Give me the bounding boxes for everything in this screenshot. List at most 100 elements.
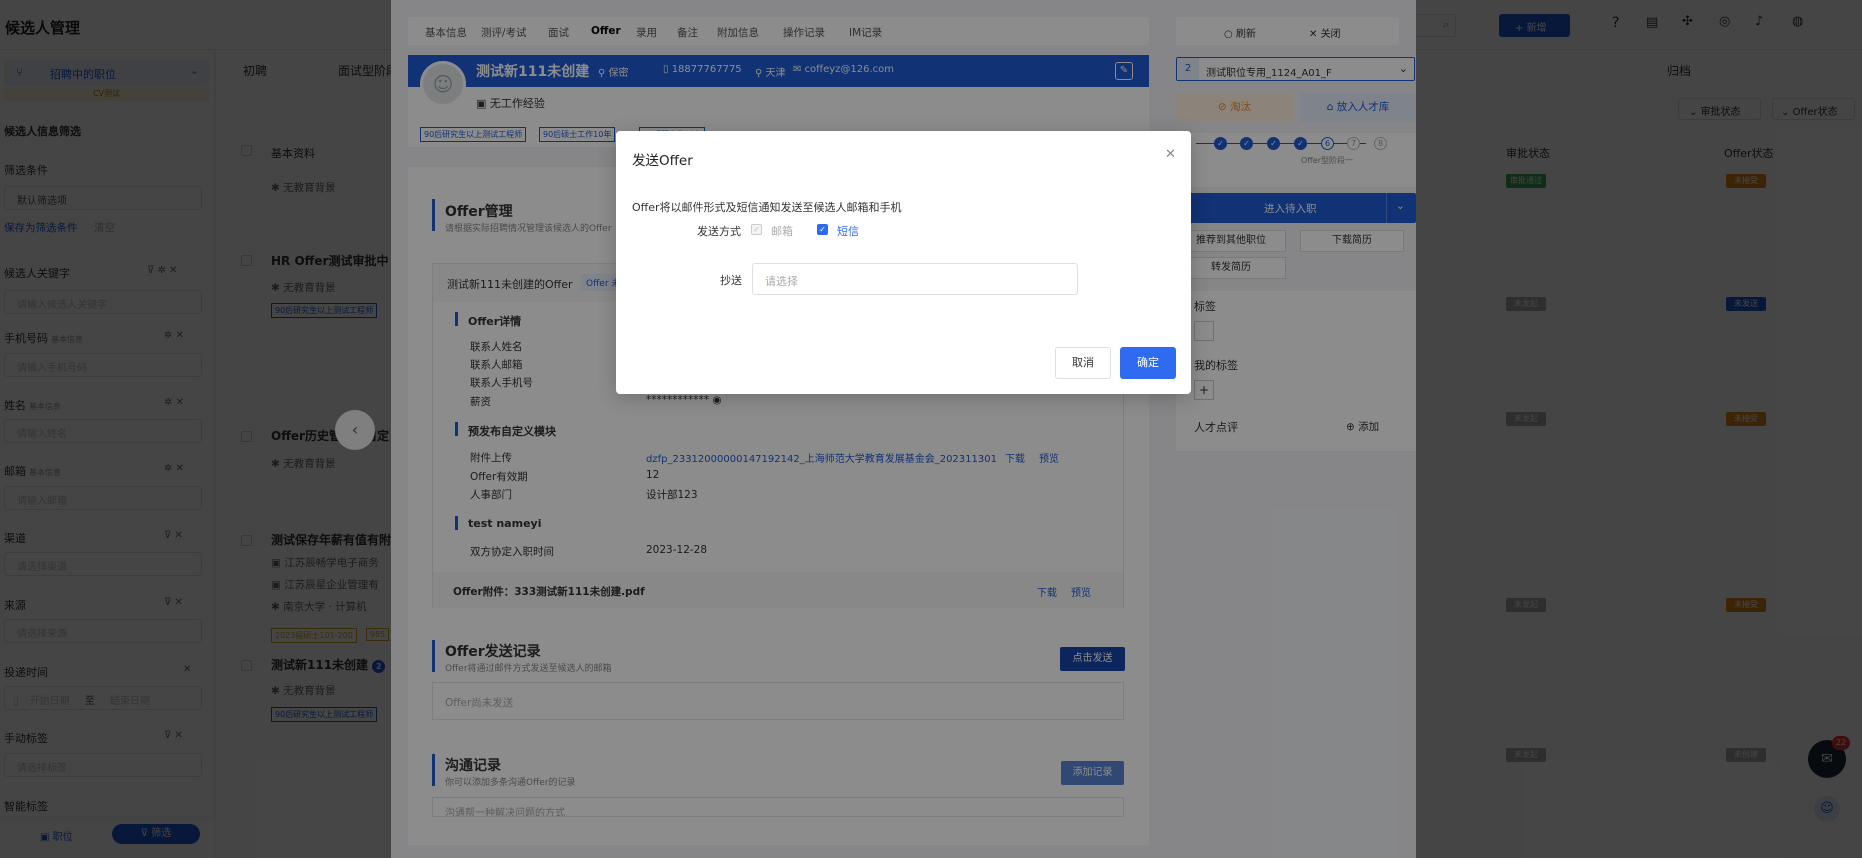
tab-assessment[interactable]: 测评/考试 xyxy=(481,25,527,40)
filter-tab[interactable]: ⊽ 筛选 xyxy=(112,824,200,844)
gear-icon[interactable]: ✲ ✕ xyxy=(164,463,184,474)
email-input[interactable]: 请输入邮箱 xyxy=(4,486,202,510)
comm-record-desc: 你可以添加多条沟通Offer的记录 xyxy=(445,778,576,788)
step-pending[interactable]: 8 xyxy=(1374,137,1387,150)
location-icon[interactable]: ◎ xyxy=(1719,14,1730,29)
phone-input[interactable]: 请输入手机号码 xyxy=(4,353,202,377)
add-tag-button[interactable] xyxy=(1194,321,1214,341)
validity-label: Offer有效期 xyxy=(470,471,528,483)
tab-notes[interactable]: 备注 xyxy=(677,25,698,40)
row-checkbox[interactable] xyxy=(241,535,252,546)
stage-tab-interview[interactable]: 面试型阶段 xyxy=(338,62,398,79)
document-icon[interactable]: ▤ xyxy=(1646,15,1658,30)
save-filter-link[interactable]: 保存为筛选条件 xyxy=(4,220,78,235)
row-checkbox[interactable] xyxy=(241,255,252,266)
job-filter-select[interactable]: ⑂ 招聘中的职位 ⌄ xyxy=(4,60,209,86)
offer-file-preview[interactable]: 预览 xyxy=(1071,584,1091,599)
clear-link[interactable]: 清空 xyxy=(94,220,115,235)
tab-hire[interactable]: 录用 xyxy=(636,25,657,40)
gear-icon[interactable]: ✲ ✕ xyxy=(164,330,184,341)
comm-record-input[interactable]: 沟通帮一种解决问题的方式 xyxy=(432,797,1124,817)
select-all-checkbox[interactable] xyxy=(241,145,252,156)
step-done: ✓ xyxy=(1267,137,1280,150)
tab-im-log[interactable]: IM记录 xyxy=(849,25,882,40)
row-checkbox[interactable] xyxy=(241,660,252,671)
row-checkbox[interactable] xyxy=(241,431,252,442)
sms-checkbox[interactable]: ✓ xyxy=(817,224,828,235)
enter-pool-button[interactable]: 进入待入职 ⌄ xyxy=(1176,193,1416,223)
tab-basic-info[interactable]: 基本信息 xyxy=(425,25,467,40)
plus-circle-icon: ⊕ xyxy=(1346,421,1359,433)
close-icon[interactable]: ✕ xyxy=(183,664,191,675)
job-select[interactable]: 2 测试职位专用_1124_A01_F ⌄ xyxy=(1176,57,1415,81)
new-button[interactable]: + 新增 xyxy=(1499,14,1570,37)
download-resume-button[interactable]: 下载简历 xyxy=(1300,230,1404,252)
chat-button[interactable]: ✉ 22 xyxy=(1808,736,1850,778)
forward-resume-button[interactable]: 转发简历 xyxy=(1176,257,1286,279)
talent-pool-button[interactable]: ⌂ 放入人才库 xyxy=(1300,93,1416,122)
plus-icon[interactable]: + xyxy=(1194,380,1214,400)
step-pending[interactable]: 7 xyxy=(1347,137,1360,150)
filter-icon[interactable]: ⊽ ✕ xyxy=(164,530,183,541)
name-input[interactable]: 请输入姓名 xyxy=(4,419,202,443)
candidate-name[interactable]: 测试新111未创建 2 xyxy=(271,656,386,673)
recommend-button[interactable]: 推荐到其他职位 xyxy=(1176,230,1286,252)
stage-tab-archive[interactable]: 归档 xyxy=(1667,62,1691,79)
approval-filter[interactable]: ⌄ 审批状态 xyxy=(1678,98,1761,120)
filter-icon[interactable]: ⊽ ✕ xyxy=(164,597,183,608)
filter-icon[interactable]: ⊽ ✕ xyxy=(164,730,183,741)
gear-icon[interactable]: ✲ ✕ xyxy=(164,397,184,408)
candidate-drawer: 基本信息 测评/考试 面试 Offer 录用 备注 附加信息 操作记录 IM记录… xyxy=(391,0,1416,858)
candidate-name[interactable]: 测试保存年薪有值有附 xyxy=(271,531,391,548)
puzzle-icon[interactable]: ✣ xyxy=(1682,14,1693,29)
tab-extra-info[interactable]: 附加信息 xyxy=(717,25,759,40)
date-range-input[interactable]: ▯ 开始日期 至 结束日期 xyxy=(4,686,202,710)
confirm-button[interactable]: 确定 xyxy=(1120,347,1176,379)
eye-icon[interactable]: ◉ xyxy=(712,394,721,406)
keyword-input[interactable]: 请输入候选人关键字 xyxy=(4,290,202,314)
tab-offer[interactable]: Offer xyxy=(591,25,621,37)
compass-icon[interactable]: ◍ xyxy=(1792,14,1803,29)
experience-info: ▣ 无工作经验 xyxy=(476,97,545,110)
cc-select[interactable]: 请选择 xyxy=(752,263,1078,295)
attach-preview-link[interactable]: 预览 xyxy=(1039,450,1059,465)
manual-tag-select[interactable]: 请选择标签 xyxy=(4,753,202,777)
stage-tab-initial[interactable]: 初聘 xyxy=(243,62,267,79)
assistant-icon[interactable]: ☺ xyxy=(1814,796,1840,822)
source-select[interactable]: 请选择来源 xyxy=(4,619,202,643)
search-icon[interactable]: ⌕ xyxy=(1443,18,1449,32)
entry-date-value: 2023-12-28 xyxy=(646,544,708,556)
step-current[interactable]: 6 xyxy=(1321,137,1334,150)
offer-card-title: 测试新111未创建的Offer xyxy=(447,278,573,291)
close-button[interactable]: ✕ 关闭 xyxy=(1309,25,1341,40)
bell-icon[interactable]: ♪ xyxy=(1755,14,1763,29)
help-icon[interactable]: ? xyxy=(1612,15,1619,31)
filter-icon[interactable]: ⊽ ✲ ✕ xyxy=(147,265,177,276)
tab-operation-log[interactable]: 操作记录 xyxy=(783,25,825,40)
candidate-tag: 90后硕士工作10年 xyxy=(539,127,616,142)
offer-file-download[interactable]: 下载 xyxy=(1037,584,1057,599)
phone-icon: ▯ xyxy=(663,64,672,75)
status-badge: 未发起 xyxy=(1506,748,1546,762)
eliminate-button[interactable]: ⊘ 淘汰 xyxy=(1176,93,1293,122)
channel-select[interactable]: 请选择渠道 xyxy=(4,552,202,576)
close-icon[interactable]: ✕ xyxy=(1165,147,1176,162)
candidate-name[interactable]: HR Offer测试审批中 xyxy=(271,252,388,269)
attach-link[interactable]: dzfp_23312000000147192142_上海师范大学教育发展基金会_… xyxy=(646,450,996,465)
candidate-header-bar: ☺ 测试新111未创建 ⚲ 保密 ▯ 18877767775 ⚲ 天津 ✉ co… xyxy=(408,55,1149,107)
add-record-button[interactable]: 添加记录 xyxy=(1061,761,1124,785)
cancel-button[interactable]: 取消 xyxy=(1055,347,1111,379)
source-label: 来源 xyxy=(4,599,26,612)
edit-icon[interactable]: ✎ xyxy=(1115,62,1133,80)
tab-interview[interactable]: 面试 xyxy=(548,25,569,40)
attach-download-link[interactable]: 下载 xyxy=(1005,450,1025,465)
chevron-down-icon: ⌄ xyxy=(1398,62,1408,75)
add-review-button[interactable]: ⊕ 添加 xyxy=(1346,419,1379,434)
offer-filter[interactable]: ⌄ Offer状态 xyxy=(1772,98,1855,120)
condition-select[interactable]: 默认筛选项 xyxy=(4,186,202,210)
chevron-left-icon[interactable]: ‹ xyxy=(335,410,375,450)
job-tab[interactable]: ▣ 职位 xyxy=(40,828,73,843)
email-checkbox[interactable]: ✓ xyxy=(751,224,762,235)
send-offer-button[interactable]: 点击发送 xyxy=(1060,647,1125,671)
refresh-button[interactable]: ○ 刷新 xyxy=(1224,25,1256,40)
